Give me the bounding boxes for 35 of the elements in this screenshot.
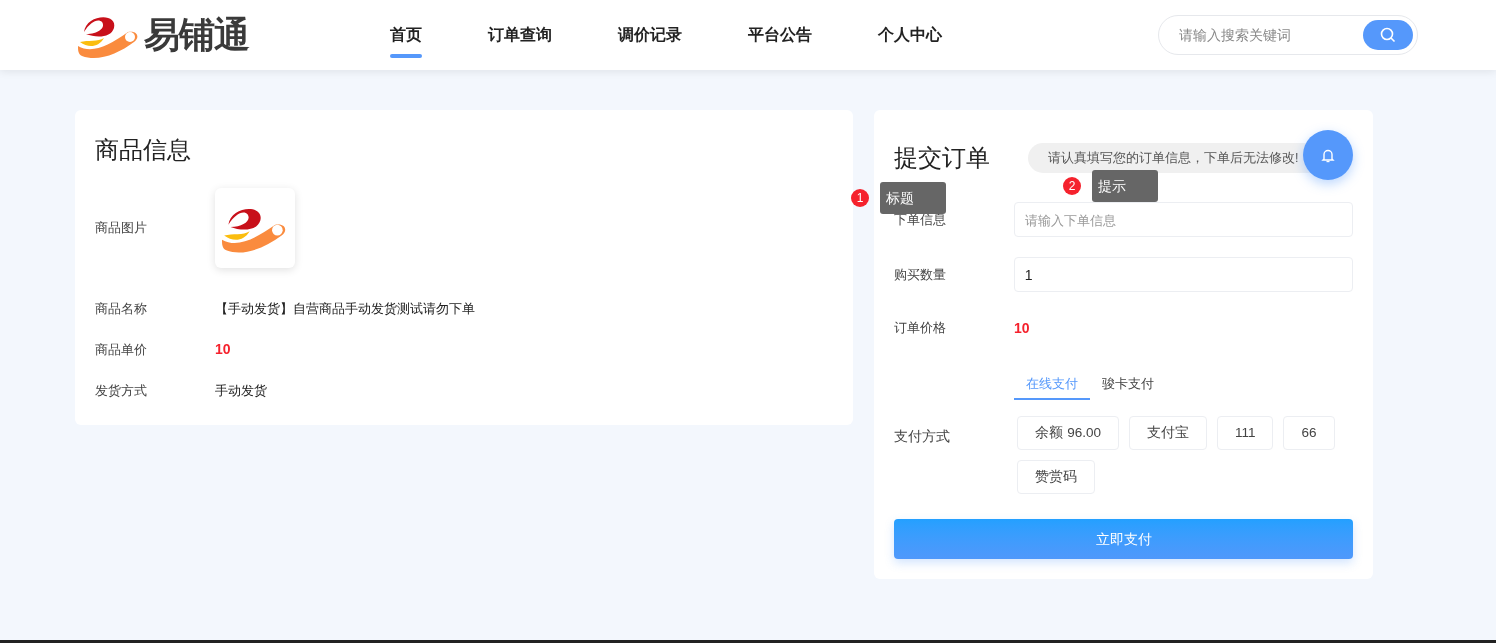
price-value: 10 bbox=[1014, 318, 1030, 338]
field-label: 发货方式 bbox=[95, 381, 148, 400]
guide-tooltip: 标题 bbox=[880, 182, 946, 214]
nav-link[interactable]: 个人中心 bbox=[878, 0, 942, 70]
card-title: 商品信息 bbox=[95, 135, 192, 165]
payment-option[interactable]: 余额 96.00 bbox=[1017, 416, 1119, 450]
payment-option[interactable]: 赞赏码 bbox=[1017, 460, 1096, 494]
bell-button[interactable] bbox=[1303, 130, 1353, 180]
search-button[interactable] bbox=[1363, 20, 1413, 50]
field-value: 手动发货 bbox=[215, 381, 267, 400]
search-field[interactable]: 请输入搜索关键词 bbox=[1158, 15, 1418, 55]
logo-text: 易铺通 bbox=[144, 13, 250, 57]
bell-icon bbox=[1321, 147, 1335, 163]
card-title: 提交订单 bbox=[894, 143, 990, 173]
field-label: 商品图片 bbox=[95, 219, 148, 238]
payment-option[interactable]: 66 bbox=[1283, 416, 1335, 450]
field-label: 购买数量 bbox=[894, 265, 947, 284]
search-icon bbox=[1380, 27, 1396, 43]
field-label: 支付方式 bbox=[894, 427, 951, 446]
payment-option[interactable]: 111 bbox=[1216, 416, 1274, 450]
payment-option[interactable]: 支付宝 bbox=[1128, 416, 1207, 450]
guide-tooltip: 提示 bbox=[1092, 170, 1158, 202]
step-badge: 1 bbox=[851, 189, 869, 207]
nav-link[interactable]: 首页 bbox=[390, 0, 422, 70]
field-label: 订单价格 bbox=[894, 319, 947, 338]
field-label: 商品单价 bbox=[95, 340, 148, 359]
field-value: 【手动发货】自营商品手动发货测试请勿下单 bbox=[215, 299, 475, 318]
nav-link[interactable]: 平台公告 bbox=[748, 0, 812, 70]
input-field[interactable]: 请输入下单信息 bbox=[1013, 202, 1353, 237]
input-field[interactable]: 1 bbox=[1013, 257, 1353, 292]
nav-link[interactable]: 调价记录 bbox=[618, 0, 682, 70]
field-label: 商品名称 bbox=[95, 299, 148, 318]
nav-link[interactable]: 订单查询 bbox=[488, 0, 552, 70]
price-value: 10 bbox=[215, 340, 231, 359]
payment-tab[interactable]: 骏卡支付 bbox=[1090, 370, 1166, 400]
